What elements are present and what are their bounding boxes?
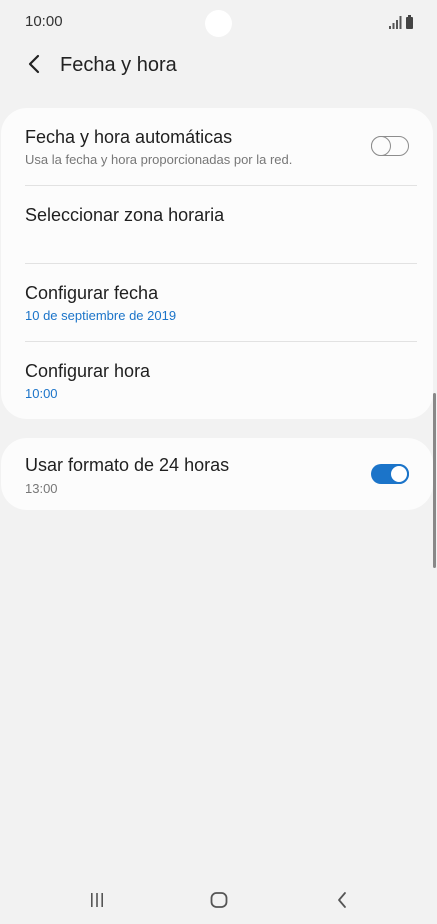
signal-icon	[389, 16, 402, 29]
select-timezone-title: Seleccionar zona horaria	[25, 205, 225, 225]
set-date-row[interactable]: Configurar fecha 10 de septiembre de 201…	[1, 264, 433, 342]
scroll-indicator[interactable]	[433, 393, 436, 568]
automatic-date-time-switch[interactable]	[370, 135, 409, 156]
home-icon	[210, 892, 228, 908]
automatic-date-time-subtitle: Usa la fecha y hora proporcionadas por l…	[25, 152, 293, 167]
automatic-date-time-title: Fecha y hora automáticas	[25, 127, 233, 147]
switch-knob	[370, 135, 391, 156]
set-date-value: 10 de septiembre de 2019	[25, 308, 177, 323]
back-arrow-icon	[28, 54, 40, 74]
status-icons	[389, 13, 413, 29]
automatic-date-time-row[interactable]: Fecha y hora automáticas Usa la fecha y …	[1, 108, 433, 186]
status-bar: 10:00	[0, 0, 437, 42]
set-time-value: 10:00	[25, 386, 58, 401]
switch-knob	[389, 464, 409, 484]
format-24h-switch[interactable]	[371, 464, 409, 484]
home-button[interactable]	[199, 886, 239, 914]
format-24h-subtitle: 13:00	[25, 481, 58, 496]
recent-apps-button[interactable]	[77, 886, 117, 914]
page-title: Fecha y hora	[60, 54, 177, 76]
back-icon	[338, 892, 346, 908]
battery-icon	[406, 15, 413, 29]
select-timezone-row[interactable]: Seleccionar zona horaria	[1, 186, 433, 264]
recent-apps-icon	[91, 893, 103, 907]
format-24h-row[interactable]: Usar formato de 24 horas 13:00	[1, 438, 433, 510]
format-settings-card: Usar formato de 24 horas 13:00	[1, 438, 433, 510]
format-24h-title: Usar formato de 24 horas	[25, 455, 230, 475]
status-time: 10:00	[25, 13, 63, 30]
app-bar: Fecha y hora	[0, 42, 437, 90]
back-button[interactable]	[20, 50, 48, 78]
set-time-row[interactable]: Configurar hora 10:00	[1, 342, 433, 419]
set-date-title: Configurar fecha	[25, 283, 159, 303]
date-time-settings-card: Fecha y hora automáticas Usa la fecha y …	[1, 108, 433, 419]
set-time-title: Configurar hora	[25, 361, 151, 381]
camera-cutout	[205, 10, 232, 37]
nav-back-button[interactable]	[322, 886, 362, 914]
navigation-bar	[0, 876, 437, 924]
